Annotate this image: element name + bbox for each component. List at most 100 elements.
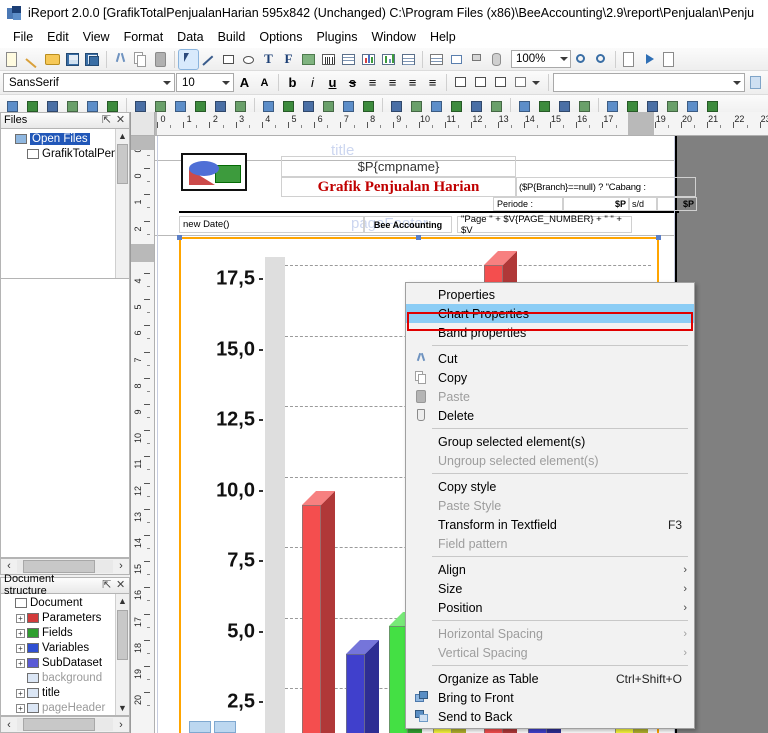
- scroll-right-icon[interactable]: ›: [113, 719, 129, 731]
- paste-icon[interactable]: [151, 50, 170, 69]
- strikethrough-button[interactable]: s: [343, 73, 362, 92]
- style-editor-icon[interactable]: [746, 73, 765, 92]
- close-icon[interactable]: ✕: [115, 114, 126, 126]
- italic-button[interactable]: i: [303, 73, 322, 92]
- tree-item-document[interactable]: Document: [1, 596, 129, 611]
- scroll-thumb[interactable]: [23, 718, 95, 732]
- document-structure-tree[interactable]: Document + Parameters + Fields + Variables + Sub…: [0, 593, 130, 717]
- doc-vertical-scrollbar[interactable]: ▲ ▼: [115, 593, 129, 716]
- context-menu-item-copy-style[interactable]: Copy style: [406, 477, 694, 496]
- table-tool-icon[interactable]: [399, 50, 418, 69]
- footer-brand-field[interactable]: Bee Accounting: [364, 216, 452, 233]
- branch-expression-field[interactable]: ($P{Branch}==null) ? "Cabang :: [516, 177, 696, 197]
- selection-handle[interactable]: [656, 235, 661, 240]
- expand-toggle-icon[interactable]: +: [16, 703, 25, 713]
- designer-view-tabs[interactable]: [189, 721, 236, 733]
- context-menu-item-organize-as-table[interactable]: Organize as Table Ctrl+Shift+O: [406, 669, 694, 688]
- zoom-out-icon[interactable]: [592, 50, 611, 69]
- save-all-icon[interactable]: [83, 50, 102, 69]
- chevron-down-icon[interactable]: [733, 80, 741, 85]
- select-tool-icon[interactable]: [178, 48, 199, 70]
- scroll-track[interactable]: [17, 718, 113, 732]
- font-size-combo[interactable]: 10: [176, 73, 234, 92]
- context-menu-item-band-properties[interactable]: Band properties: [406, 323, 694, 342]
- menu-item-window[interactable]: Window: [364, 28, 422, 46]
- expand-toggle-icon[interactable]: +: [16, 643, 25, 653]
- ellipse-tool-icon[interactable]: [239, 50, 258, 69]
- group-icon[interactable]: [467, 50, 486, 69]
- zoom-combo[interactable]: 100%: [511, 50, 571, 68]
- scroll-right-icon[interactable]: ›: [113, 560, 129, 572]
- crosstab-tool-icon[interactable]: [379, 50, 398, 69]
- selection-handle[interactable]: [416, 235, 421, 240]
- preview-icon[interactable]: [660, 50, 679, 69]
- context-menu-item-send-to-back[interactable]: Send to Back: [406, 707, 694, 726]
- menu-item-file[interactable]: File: [6, 28, 40, 46]
- close-icon[interactable]: ✕: [115, 579, 126, 591]
- context-menu-item-properties[interactable]: Properties: [406, 285, 694, 304]
- zoom-in-icon[interactable]: [572, 50, 591, 69]
- menu-item-data[interactable]: Data: [170, 28, 210, 46]
- expand-toggle-icon[interactable]: +: [16, 628, 25, 638]
- pin-icon[interactable]: ⇱: [101, 114, 112, 126]
- valign-top-icon[interactable]: [451, 73, 470, 92]
- report-title-field[interactable]: Grafik Penjualan Harian: [281, 177, 516, 197]
- chevron-down-icon[interactable]: [222, 80, 230, 85]
- chevron-down-icon[interactable]: [532, 80, 540, 85]
- align-right-icon[interactable]: ≡: [403, 73, 422, 92]
- context-menu-item-bring-to-front[interactable]: Bring to Front: [406, 688, 694, 707]
- scroll-thumb[interactable]: [23, 559, 95, 573]
- menu-item-format[interactable]: Format: [117, 28, 171, 46]
- increase-font-size-button[interactable]: A: [235, 73, 254, 92]
- expand-toggle-icon[interactable]: +: [16, 658, 25, 668]
- tree-item-subdataset[interactable]: + SubDataset: [1, 656, 129, 671]
- subreport-icon[interactable]: [427, 50, 446, 69]
- run-icon[interactable]: [640, 50, 659, 69]
- tree-item-grafiktotalpenjuala[interactable]: GrafikTotalPenjuala: [1, 147, 129, 162]
- menu-item-help[interactable]: Help: [423, 28, 463, 46]
- doc-horizontal-scrollbar[interactable]: ‹ ›: [0, 716, 130, 733]
- new-document-icon[interactable]: [3, 50, 22, 69]
- decrease-font-size-button[interactable]: A: [255, 73, 274, 92]
- rectangle-tool-icon[interactable]: [219, 50, 238, 69]
- dataset-icon[interactable]: [487, 50, 506, 69]
- periode-sd-label[interactable]: s/d: [629, 197, 657, 211]
- tree-item-variables[interactable]: + Variables: [1, 641, 129, 656]
- context-menu-item-cut[interactable]: Cut: [406, 349, 694, 368]
- tab-designer[interactable]: [189, 721, 211, 733]
- context-menu-item-delete[interactable]: Delete: [406, 406, 694, 425]
- cut-icon[interactable]: [111, 50, 130, 69]
- context-menu-item-align[interactable]: Align ›: [406, 560, 694, 579]
- scroll-up-icon[interactable]: ▲: [116, 129, 129, 143]
- chevron-down-icon[interactable]: [163, 80, 171, 85]
- context-menu-item-size[interactable]: Size ›: [406, 579, 694, 598]
- valign-bottom-icon[interactable]: [491, 73, 510, 92]
- periode-to-field[interactable]: $P: [657, 197, 697, 211]
- pin-icon[interactable]: ⇱: [101, 579, 112, 591]
- company-name-field[interactable]: $P{cmpname}: [281, 156, 516, 177]
- line-tool-icon[interactable]: [199, 50, 218, 69]
- context-menu-item-copy[interactable]: Copy: [406, 368, 694, 387]
- tab-xml[interactable]: [214, 721, 236, 733]
- periode-from-field[interactable]: $P: [563, 197, 629, 211]
- tree-item-pageheader[interactable]: + pageHeader: [1, 701, 129, 715]
- valign-middle-icon[interactable]: [471, 73, 490, 92]
- image-tool-icon[interactable]: [299, 50, 318, 69]
- open-folder-icon[interactable]: [43, 50, 62, 69]
- break-icon[interactable]: [447, 50, 466, 69]
- align-left-icon[interactable]: ≡: [363, 73, 382, 92]
- chart-tool-icon[interactable]: [359, 50, 378, 69]
- tree-item-fields[interactable]: + Fields: [1, 626, 129, 641]
- static-text-icon[interactable]: F: [279, 50, 298, 69]
- tree-item-title[interactable]: + title: [1, 686, 129, 701]
- date-field[interactable]: new Date(): [179, 216, 364, 233]
- files-tree[interactable]: Open FilesGrafikTotalPenjuala ▲: [0, 128, 130, 279]
- style-combo[interactable]: [553, 73, 745, 92]
- scroll-track[interactable]: [17, 559, 113, 573]
- selection-handle[interactable]: [177, 235, 182, 240]
- context-menu-item-group-selected-element-s-[interactable]: Group selected element(s): [406, 432, 694, 451]
- menu-item-view[interactable]: View: [76, 28, 117, 46]
- expand-toggle-icon[interactable]: +: [16, 688, 25, 698]
- tree-item-open-files[interactable]: Open Files: [1, 132, 129, 147]
- page-number-field[interactable]: "Page " + $V{PAGE_NUMBER} + " " + $V: [457, 214, 632, 236]
